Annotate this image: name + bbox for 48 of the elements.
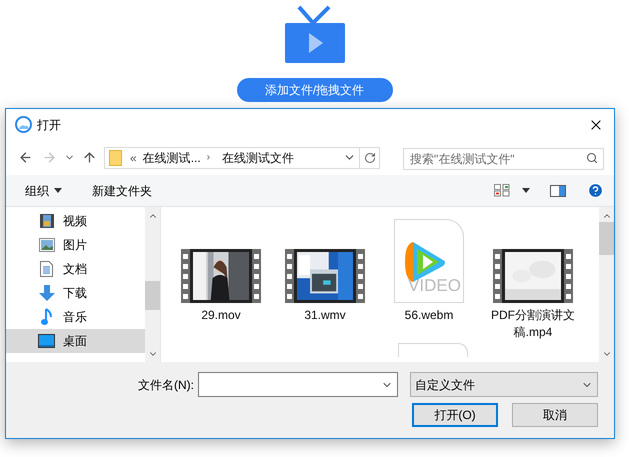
desktop-icon (38, 334, 55, 348)
help-icon[interactable] (587, 182, 604, 199)
sidebar-item[interactable]: 文档 (6, 257, 145, 281)
breadcrumb[interactable]: 在线测试... (142, 148, 201, 166)
view-icon[interactable] (494, 184, 510, 197)
refresh-icon (364, 152, 376, 164)
sidebar-item[interactable]: 图片 (6, 233, 145, 257)
overflow-marker: « (130, 150, 137, 166)
file-item[interactable]: VIDEO 56.webm (379, 217, 479, 341)
picture-icon (38, 238, 54, 252)
down-arrow-icon (38, 285, 54, 301)
film-icon (38, 213, 54, 229)
filename-label: 文件名(N): (138, 376, 194, 394)
organize-menu[interactable]: 组织 (25, 182, 62, 200)
file-type-dropdown[interactable]: 自定义文件 (410, 372, 598, 397)
search-icon (586, 152, 598, 164)
tv-icon (284, 5, 344, 63)
file-item[interactable]: PDF分割演讲文稿.mp4 (483, 217, 583, 341)
caret-icon[interactable] (522, 188, 530, 193)
preview-pane-icon[interactable] (550, 184, 566, 196)
scrollbar[interactable] (145, 207, 160, 362)
scrollbar-thumb[interactable] (599, 222, 614, 255)
scrollbar-thumb[interactable] (145, 281, 160, 310)
sidebar-item[interactable]: 视频 (6, 209, 145, 233)
sidebar-item[interactable]: 下载 (6, 281, 145, 305)
folder-icon (109, 150, 122, 166)
breadcrumb[interactable]: 在线测试文件 (222, 148, 294, 166)
address-bar[interactable]: « 在线测试... › 在线测试文件 (104, 146, 380, 168)
right-arrow-icon (42, 150, 56, 165)
file-item[interactable]: 31.wmv (275, 217, 375, 341)
sidebar-item[interactable]: 音乐 (6, 305, 145, 329)
search-field[interactable]: 搜索"在线测试文件" (403, 148, 604, 170)
music-note-icon (40, 308, 52, 326)
dialog-button[interactable]: 取消 (512, 403, 598, 427)
dialog-button[interactable]: 打开(O) (412, 403, 498, 427)
video-file-icon: VIDEO (394, 219, 464, 303)
window-title: 打开 (37, 116, 61, 134)
add-file-button[interactable]: 添加文件/拖拽文件 (236, 78, 392, 102)
document-icon (398, 343, 468, 357)
separator-icon: › (206, 150, 210, 165)
file-item[interactable]: 29.mov (171, 217, 271, 341)
document-icon (40, 261, 53, 277)
scrollbar[interactable] (599, 207, 614, 362)
app-logo-icon (15, 116, 32, 133)
new-folder-button[interactable]: 新建文件夹 (92, 182, 152, 200)
sidebar-item[interactable]: 桌面 (6, 329, 145, 353)
caret-icon (54, 188, 62, 193)
filename-field[interactable] (198, 372, 398, 397)
